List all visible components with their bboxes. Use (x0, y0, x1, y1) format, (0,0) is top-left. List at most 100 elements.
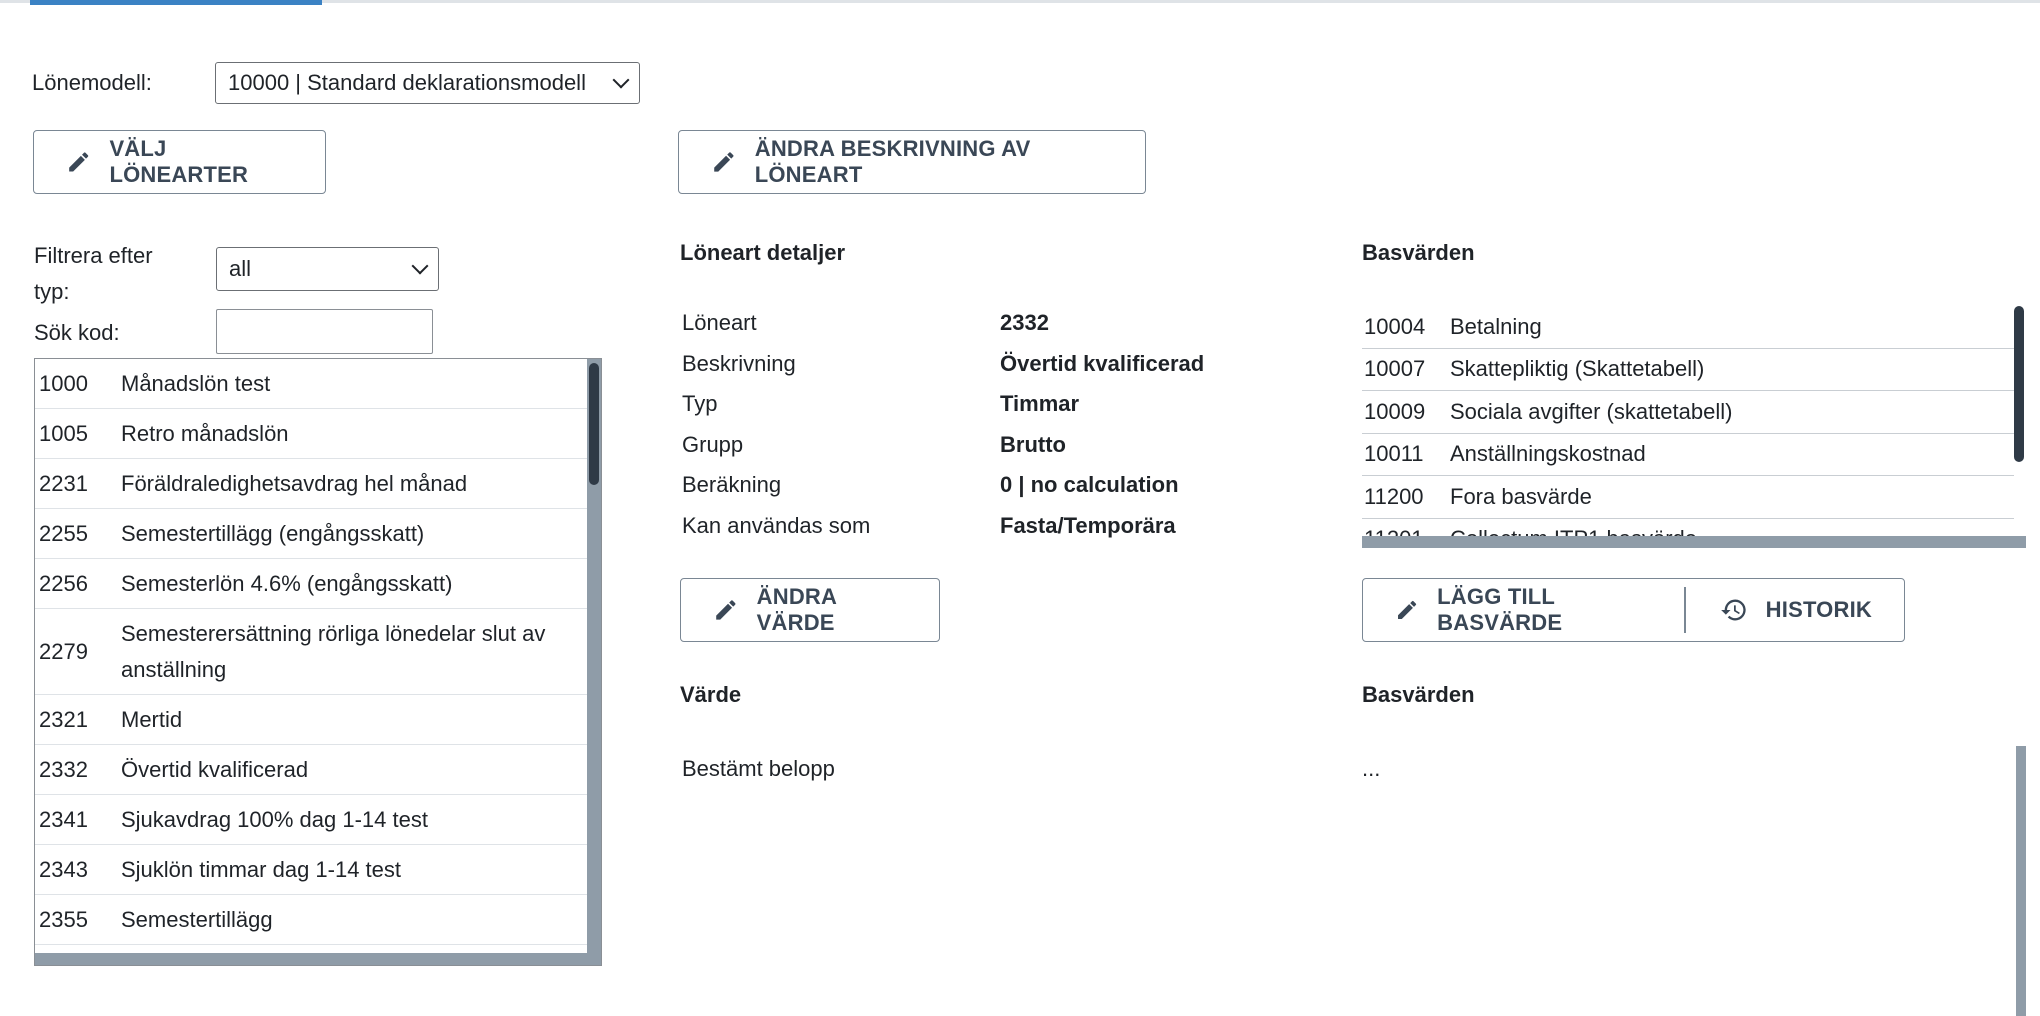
value-text: Bestämt belopp (682, 756, 835, 781)
list-item[interactable]: 2279 Semesterersättning rörliga lönedelar… (35, 609, 587, 695)
base-value-name: Sociala avgifter (skattetabell) (1450, 398, 1733, 424)
list-scroll-thumb[interactable] (589, 363, 599, 485)
detail-row: Kan användas som Fasta/Temporära (682, 513, 1176, 539)
base-value-name: Fora basvärde (1450, 483, 1592, 509)
list-item-code: 2256 (39, 571, 88, 596)
detail-value: 0 | no calculation (1000, 472, 1179, 497)
list-item[interactable]: 2343 Sjuklön timmar dag 1-14 test (35, 845, 587, 895)
base-value-code: 10004 (1364, 313, 1426, 339)
list-item-code: 2255 (39, 521, 88, 546)
history-button[interactable]: HISTORIK (1686, 579, 1904, 641)
list-horizontal-scrollbar[interactable] (35, 953, 601, 965)
wage-type-rows: 1000 Månadslön test 1005 Retro månadslön 223… (35, 359, 601, 965)
detail-value: Fasta/Temporära (1000, 512, 1176, 538)
filter-label: Filtrera efter typ: (34, 243, 153, 304)
pencil-icon (1398, 600, 1417, 620)
list-item-name: Övertid kvalificerad (121, 757, 309, 782)
base-values-title-2: Basvärden (1362, 682, 1475, 707)
base-value-item[interactable]: 11200 Fora basvärde (1362, 476, 2022, 519)
edit-description-button[interactable]: ÄNDRA BESKRIVNING AV LÖNEART (678, 130, 1146, 194)
list-item[interactable]: 1000 Månadslön test (35, 359, 587, 409)
list-item[interactable]: 2321 Mertid (35, 695, 587, 745)
filter-type-select[interactable]: all (216, 247, 439, 291)
chevron-down-icon (411, 257, 429, 275)
list-item-code: 2321 (39, 707, 88, 732)
base-value-item[interactable]: 10007 Skattepliktig (Skattetabell) (1362, 349, 2022, 391)
detail-key: Typ (682, 391, 718, 416)
value-title: Värde (680, 682, 742, 707)
pencil-icon (716, 600, 736, 620)
list-item-code: 1000 (39, 371, 88, 396)
detail-key: Beräkning (682, 472, 782, 497)
list-item-code: 1005 (39, 421, 88, 446)
list-item[interactable]: 1005 Retro månadslön (35, 409, 587, 459)
list-item[interactable]: 2231 Föräldraledighetsavdrag hel månad (35, 459, 587, 509)
list-item-code: 2343 (39, 857, 88, 882)
add-base-label: LÄGG TILL BASVÄRDE (1437, 584, 1563, 635)
list-item-name: Sjuklön timmar dag 1-14 test (121, 857, 402, 882)
history-icon (1720, 599, 1746, 621)
base-value-item[interactable]: 10004 Betalning (1362, 306, 2022, 349)
filter-type-value: all (229, 256, 252, 281)
list-item-name: Sjukavdrag 100% dag 1-14 test (121, 807, 428, 832)
choose-types-button[interactable]: VÄLJ LÖNEARTER (33, 130, 326, 194)
detail-value: Brutto (1000, 431, 1066, 457)
base-value-code: 11200 (1364, 483, 1424, 509)
base-value-code: 10011 (1364, 441, 1424, 467)
list-item-name: Semesterersättning rörliga lönedelar slu… (121, 621, 546, 682)
list-item-name: Mertid (121, 707, 183, 732)
list-item[interactable]: 2341 Sjukavdrag 100% dag 1-14 test (35, 795, 587, 845)
base-vertical-scrollbar[interactable] (2014, 306, 2026, 548)
search-code-label: Sök kod: (34, 320, 120, 345)
detail-value: Övertid kvalificerad (1000, 350, 1205, 376)
pencil-icon (69, 152, 89, 172)
base-value-item[interactable]: 10011 Anställningskostnad (1362, 434, 2022, 476)
list-item-name: Semesterlön 4.6% (engångsskatt) (121, 571, 453, 596)
chevron-down-icon (612, 71, 630, 89)
base-actions-group: LÄGG TILL BASVÄRDE HISTORIK (1362, 578, 1905, 642)
list-item-code: 2279 (39, 639, 88, 664)
base-value-name: Anställningskostnad (1450, 441, 1646, 467)
search-code-input[interactable] (216, 309, 433, 354)
edit-description-label: ÄNDRA BESKRIVNING AV LÖNEART (754, 136, 1031, 187)
list-item[interactable]: 2255 Semestertillägg (engångsskatt) (35, 509, 587, 559)
detail-row: Beräkning 0 | no calculation (682, 472, 1179, 498)
base-value-code: 10009 (1364, 398, 1426, 424)
list-item-code: 2332 (39, 757, 88, 782)
list-vertical-scrollbar[interactable] (587, 359, 601, 965)
list-item[interactable]: 2332 Övertid kvalificerad (35, 745, 587, 795)
base-values-title: Basvärden (1362, 240, 1475, 265)
detail-row: Grupp Brutto (682, 432, 1066, 458)
wage-type-list[interactable]: 1000 Månadslön test 1005 Retro månadslön 223… (34, 358, 602, 966)
choose-types-label: VÄLJ LÖNEARTER (109, 136, 249, 187)
list-item-name: Föräldraledighetsavdrag hel månad (121, 471, 468, 496)
detail-key: Beskrivning (682, 350, 796, 376)
list-item-name: Semestertillägg (121, 907, 273, 932)
list-item[interactable]: 2256 Semesterlön 4.6% (engångsskatt) (35, 559, 587, 609)
detail-value: 2332 (1000, 310, 1049, 335)
base-horizontal-scrollbar[interactable] (1362, 536, 2026, 548)
detail-key: Löneart (682, 310, 757, 335)
list-item-name: Semestertillägg (engångsskatt) (121, 521, 425, 546)
add-base-button[interactable]: LÄGG TILL BASVÄRDE (1363, 579, 1684, 641)
history-label: HISTORIK (1765, 597, 1872, 622)
base-values-text: ... (1362, 756, 1381, 781)
base-values-rows: 10004 Betalning 10007 Skattepliktig (Skatte… (1362, 306, 2026, 548)
list-item-name: Månadslön test (121, 371, 271, 396)
detail-key: Kan användas som (682, 512, 871, 538)
page-vertical-scrollbar[interactable] (2016, 746, 2026, 1016)
list-item-code: 2355 (39, 907, 88, 932)
list-item-code: 2341 (39, 807, 88, 832)
model-select-value: 10000 | Standard deklarationsmodell (228, 70, 586, 95)
model-select[interactable]: 10000 | Standard deklarationsmodell (215, 62, 640, 104)
edit-value-button[interactable]: ÄNDRA VÄRDE (680, 578, 940, 642)
base-values-list[interactable]: 10004 Betalning 10007 Skattepliktig (Skatte… (1362, 306, 2026, 548)
list-item[interactable]: 2355 Semestertillägg (35, 895, 587, 945)
pencil-icon (714, 152, 734, 172)
base-scroll-thumb[interactable] (2014, 306, 2024, 462)
detail-row: Typ Timmar (682, 391, 1079, 417)
base-value-item[interactable]: 10009 Sociala avgifter (skattetabell) (1362, 391, 2022, 434)
list-item-code: 2231 (39, 471, 88, 496)
base-value-code: 10007 (1364, 356, 1426, 382)
details-title: Löneart detaljer (680, 240, 846, 265)
